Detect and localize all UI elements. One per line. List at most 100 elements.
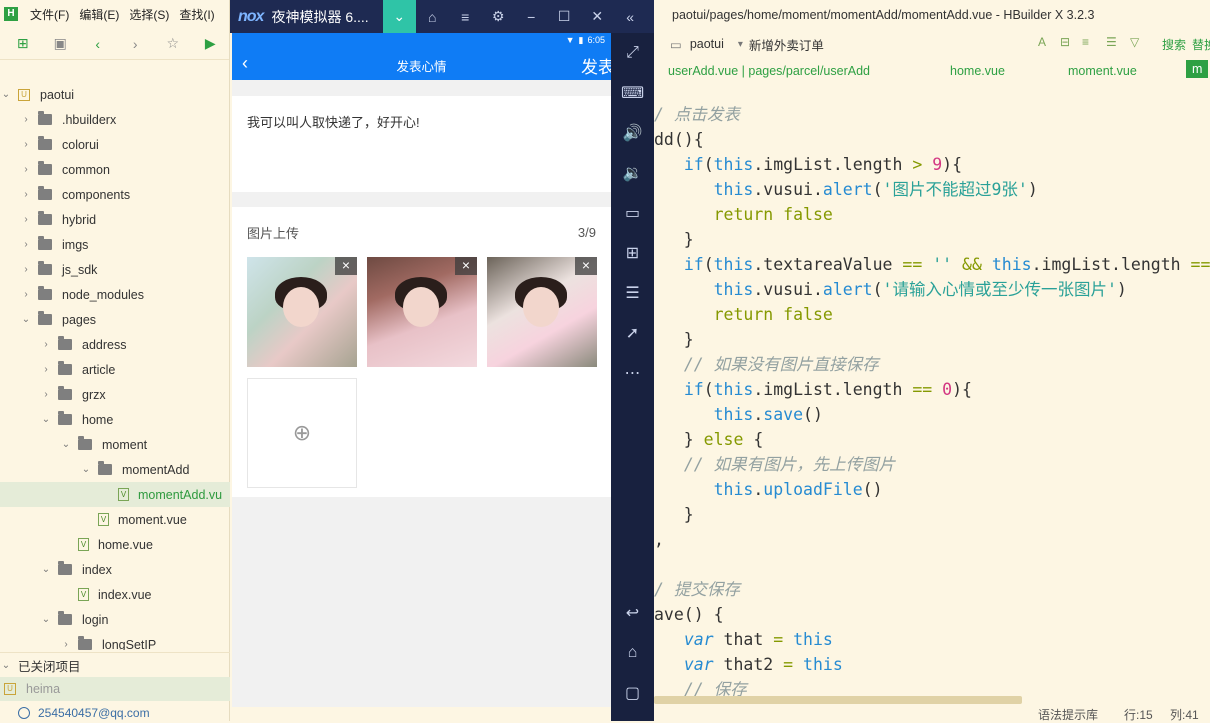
remove-image-icon[interactable]: × (335, 257, 357, 275)
chevron-down-icon[interactable]: ⌄ (0, 89, 12, 100)
tree-folder-item[interactable]: ⌄ moment (0, 432, 230, 457)
tree-folder-item[interactable]: › node_modules (0, 282, 230, 307)
menu-find[interactable]: 查找(I) (179, 6, 214, 23)
replace-button[interactable]: 替换 (1192, 36, 1210, 53)
volume-up-icon[interactable]: 🔊 (611, 113, 654, 153)
chevron-down-icon[interactable]: ⌄ (40, 614, 52, 625)
android-back-icon[interactable]: ↩ (611, 593, 654, 633)
tab-momentadd[interactable]: m (1186, 60, 1209, 78)
uploaded-image[interactable]: × (367, 257, 477, 367)
tree-folder-item[interactable]: › address (0, 332, 230, 357)
tree-file-item[interactable]: VmomentAdd.vu (0, 482, 230, 507)
tree-folder-item[interactable]: › common (0, 157, 230, 182)
multi-instance-icon[interactable]: ☰ (611, 273, 654, 313)
menu-select[interactable]: 选择(S) (129, 6, 169, 23)
rocket-icon[interactable]: ➚ (611, 313, 654, 353)
tree-folder-item[interactable]: › hybrid (0, 207, 230, 232)
tree-file-item[interactable]: Vmoment.vue (0, 507, 230, 532)
collapse-sidebar-icon[interactable]: « (614, 0, 647, 33)
tree-folder-item[interactable]: ⌄ index (0, 557, 230, 582)
save-icon[interactable]: ▣ (42, 35, 80, 52)
install-apk-icon[interactable]: ⊞ (611, 233, 654, 273)
chevron-down-icon[interactable]: ⌄ (40, 414, 52, 425)
menu-file[interactable]: 文件(F) (30, 6, 69, 23)
account-bar[interactable]: 254540457@qq.com (0, 704, 230, 721)
closed-projects-header[interactable]: ⌄ 已关闭项目 (0, 652, 230, 677)
tree-folder-item[interactable]: › components (0, 182, 230, 207)
code-area[interactable]: / 点击发表 dd(){ if(this.imgList.length > 9)… (654, 102, 1210, 696)
tree-folder-item[interactable]: › colorui (0, 132, 230, 157)
publish-button[interactable]: 发表 (581, 53, 611, 78)
chevron-right-icon[interactable]: › (20, 114, 32, 125)
settings-gear-icon[interactable]: ⚙ (482, 0, 515, 33)
chevron-down-icon[interactable]: ⌄ (40, 564, 52, 575)
closed-project-item[interactable]: U heima (0, 677, 230, 701)
tree-folder-item[interactable]: › article (0, 357, 230, 382)
chevron-right-icon[interactable]: › (20, 164, 32, 175)
maximize-icon[interactable]: ☐ (548, 0, 581, 33)
menu-icon[interactable]: ≡ (449, 0, 482, 33)
tree-folder-item[interactable]: › .hbuilderx (0, 107, 230, 132)
new-file-icon[interactable]: ⊞ (4, 35, 42, 52)
uploaded-image[interactable]: × (247, 257, 357, 367)
tab-moment[interactable]: moment.vue (1068, 64, 1137, 78)
search-button[interactable]: 搜索 (1162, 36, 1186, 53)
fullscreen-icon[interactable]: ⤢ (611, 33, 654, 73)
keyboard-mode-icon[interactable]: ⌄ (382, 0, 416, 33)
tree-file-item[interactable]: Vhome.vue (0, 532, 230, 557)
filter-icon[interactable]: ▽ (1130, 35, 1139, 49)
tree-folder-item[interactable]: ⌄ login (0, 607, 230, 632)
tree-folder-item[interactable]: ⌄ momentAdd (0, 457, 230, 482)
screen-icon[interactable]: ▭ (611, 193, 654, 233)
tree-file-item[interactable]: Vindex.vue (0, 582, 230, 607)
close-icon[interactable]: ✕ (581, 0, 614, 33)
uploaded-image[interactable]: × (487, 257, 597, 367)
volume-down-icon[interactable]: 🔉 (611, 153, 654, 193)
current-function[interactable]: 新增外卖订单 (749, 35, 824, 54)
chevron-right-icon[interactable]: › (20, 264, 32, 275)
tree-folder-item[interactable]: › grzx (0, 382, 230, 407)
code-icon[interactable]: ⊟ (1060, 35, 1070, 49)
chevron-right-icon[interactable]: › (40, 339, 52, 350)
tree-folder-item[interactable]: ⌄ pages (0, 307, 230, 332)
minimize-icon[interactable]: − (515, 0, 548, 33)
tree-folder-item[interactable]: ⌄ Upaotui (0, 82, 230, 107)
android-home-icon[interactable]: ⌂ (611, 633, 654, 673)
mood-textarea[interactable]: 我可以叫人取快递了，好开心! (232, 96, 611, 192)
tree-folder-item[interactable]: › js_sdk (0, 257, 230, 282)
remove-image-icon[interactable]: × (575, 257, 597, 275)
chevron-down-icon[interactable]: ⌄ (20, 314, 32, 325)
skin-icon[interactable]: ⌂ (416, 0, 449, 33)
tab-home[interactable]: home.vue (950, 64, 1005, 78)
tree-folder-item[interactable]: ⌄ home (0, 407, 230, 432)
tree-folder-item[interactable]: › imgs (0, 232, 230, 257)
android-recents-icon[interactable]: ▢ (611, 673, 654, 713)
remove-image-icon[interactable]: × (455, 257, 477, 275)
chevron-down-icon[interactable]: ▾ (738, 39, 743, 50)
tree-folder-item[interactable]: › longSetIP (0, 632, 230, 650)
syntax-hint-status[interactable]: 语法提示库 (1038, 706, 1098, 723)
chevron-right-icon[interactable]: › (20, 239, 32, 250)
chevron-right-icon[interactable]: › (20, 139, 32, 150)
project-selector[interactable]: paotui (690, 37, 724, 51)
back-icon[interactable]: ‹ (79, 36, 117, 52)
keyboard-icon[interactable]: ⌨ (611, 73, 654, 113)
chevron-right-icon[interactable]: › (20, 189, 32, 200)
list-icon[interactable]: ☰ (1106, 35, 1117, 49)
bookmark-star-icon[interactable]: ☆ (154, 35, 192, 52)
tab-useradd[interactable]: userAdd.vue | pages/parcel/userAdd (668, 64, 870, 78)
more-icon[interactable]: ⋯ (611, 353, 654, 393)
chevron-right-icon[interactable]: › (20, 289, 32, 300)
horizontal-scrollbar[interactable] (654, 696, 1022, 704)
chevron-down-icon[interactable]: ⌄ (60, 439, 72, 450)
chevron-down-icon[interactable]: ⌄ (80, 464, 92, 475)
chevron-right-icon[interactable]: › (40, 389, 52, 400)
chevron-right-icon[interactable]: › (40, 364, 52, 375)
forward-icon[interactable]: › (117, 36, 155, 52)
menu-edit[interactable]: 编辑(E) (79, 6, 119, 23)
format-icon[interactable]: A (1038, 35, 1046, 49)
run-icon[interactable]: ▶ (192, 35, 230, 52)
add-image-button[interactable]: ⊕ (247, 378, 357, 488)
align-icon[interactable]: ≡ (1082, 35, 1089, 49)
chevron-right-icon[interactable]: › (20, 214, 32, 225)
